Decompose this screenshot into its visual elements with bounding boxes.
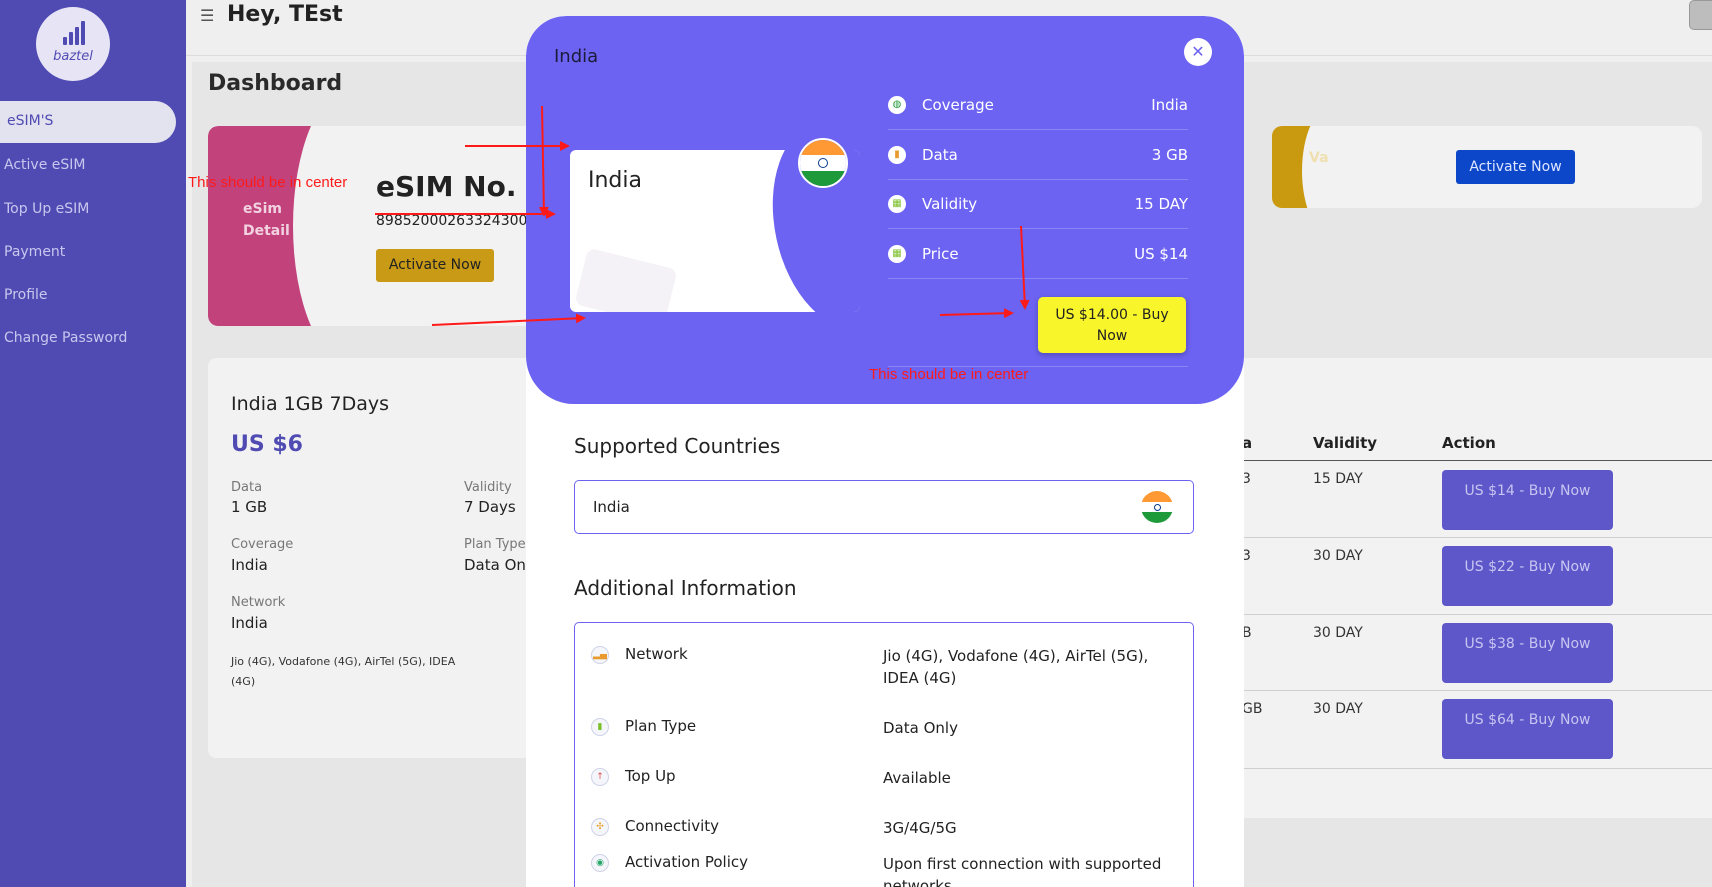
additional-label: Network (625, 645, 688, 663)
additional-value: Available (883, 769, 951, 787)
info-row-validity: ▦ Validity 15 DAY (888, 181, 1188, 229)
info-label: Data (922, 146, 958, 164)
supported-countries-title: Supported Countries (574, 434, 781, 458)
additional-info-box: ▂▄ Network Jio (4G), Vodafone (4G), AirT… (574, 622, 1194, 887)
info-row-coverage: ◍ Coverage India (888, 82, 1188, 130)
sim-icon: ▮ (591, 718, 609, 736)
signal-icon: ▂▄ (591, 646, 609, 664)
additional-label: Plan Type (625, 717, 697, 735)
connectivity-icon: ✣ (591, 818, 609, 836)
info-value: India (1151, 96, 1188, 114)
activation-icon: ◉ (591, 854, 609, 872)
additional-label: Activation Policy (625, 853, 749, 871)
info-label: Coverage (922, 96, 994, 114)
additional-value: Data Only (883, 719, 958, 737)
modal-header-panel: India ✕ India ◍ Coverage India ▮ Data 3 … (526, 16, 1244, 404)
additional-value: Jio (4G), Vodafone (4G), AirTel (5G), ID… (883, 647, 1149, 687)
data-icon: ▮ (888, 146, 906, 164)
additional-value: Upon first connection with supported net… (883, 855, 1162, 887)
info-label: Price (922, 245, 959, 263)
additional-label: Top Up (625, 767, 676, 785)
india-flag-icon (1141, 491, 1173, 523)
supported-country-item: India (574, 480, 1194, 534)
info-value: US $14 (1134, 245, 1188, 263)
country-card-name: India (588, 168, 642, 193)
topup-icon: ↑ (591, 768, 609, 786)
additional-label: Connectivity (625, 817, 719, 835)
info-row-data: ▮ Data 3 GB (888, 132, 1188, 180)
info-label: Validity (922, 195, 978, 213)
plan-detail-modal: India ✕ India ◍ Coverage India ▮ Data 3 … (526, 16, 1244, 887)
globe-icon: ◍ (888, 96, 906, 114)
india-flag-icon (798, 138, 848, 188)
annotation-note-bottom: This should be in center (869, 366, 1029, 383)
info-value: 3 GB (1151, 146, 1188, 164)
additional-value: 3G/4G/5G (883, 819, 957, 837)
buy-now-button[interactable]: US $14.00 - Buy Now (1038, 297, 1186, 353)
price-icon: ▦ (888, 245, 906, 263)
close-button[interactable]: ✕ (1184, 38, 1212, 66)
modal-title: India (554, 46, 599, 67)
supported-country-name: India (593, 498, 630, 516)
additional-info-title: Additional Information (574, 576, 797, 600)
sim-chip-watermark-icon (574, 247, 678, 312)
info-value: 15 DAY (1134, 195, 1188, 213)
annotation-note-left: This should be in center (188, 174, 348, 191)
calendar-icon: ▦ (888, 195, 906, 213)
info-row-price: ▦ Price US $14 (888, 231, 1188, 279)
